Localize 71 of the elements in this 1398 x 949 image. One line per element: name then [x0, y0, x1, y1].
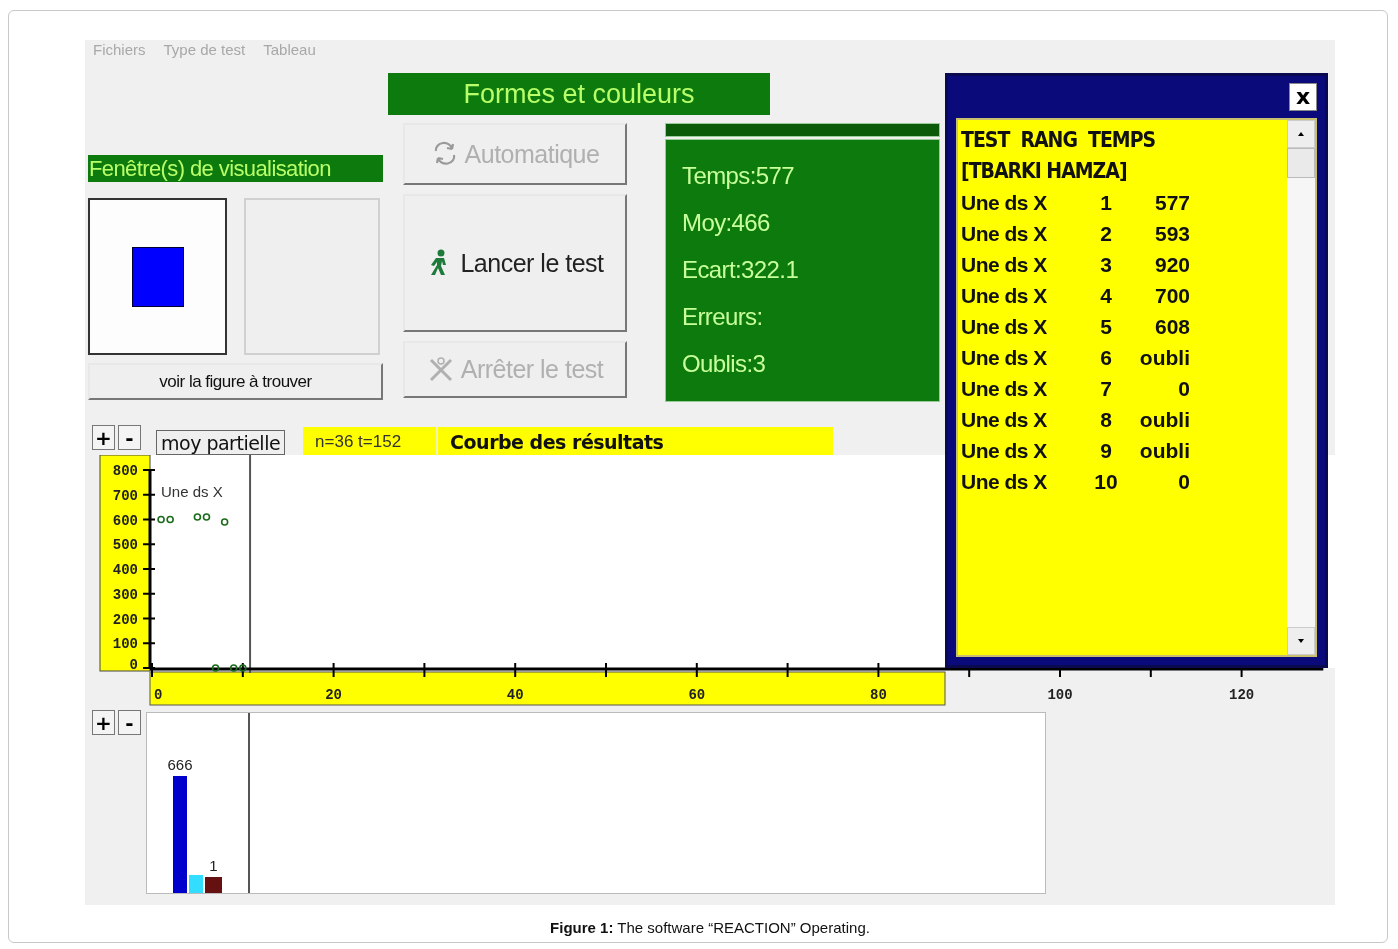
list-cell-text: 6 [1099, 345, 1113, 371]
axis-label: 700 [112, 487, 138, 504]
list-cell-text: 7 [1099, 376, 1113, 402]
zoom-out-button[interactable]: - [118, 710, 141, 735]
list-cell-text: 3 [1099, 252, 1113, 278]
zoom-in-button[interactable]: + [92, 710, 115, 735]
list-cell-text: 920 [1153, 252, 1190, 278]
list-cell-text: Une ds X [961, 376, 1048, 402]
list-cell-text: Une ds X [961, 438, 1048, 464]
list-cell-text: Une ds X [961, 252, 1048, 278]
list-cell-text: 0 [1177, 469, 1190, 495]
list-cell-text: 1 [1099, 190, 1113, 216]
list-cell-text: 10 [1093, 469, 1119, 495]
list-cell-text: 8 [1099, 407, 1113, 433]
list-cell-text: 608 [1153, 314, 1190, 340]
axis-label: 20 [325, 687, 342, 703]
list-cell-text: 2 [1099, 221, 1113, 247]
axis-label: 80 [870, 687, 887, 703]
axis-label: 800 [112, 463, 138, 479]
close-button[interactable]: x [1289, 83, 1317, 111]
axis-label: 300 [112, 586, 138, 603]
axis-label: 600 [112, 512, 138, 529]
axis-label: 60 [688, 687, 706, 703]
list-cell-text: oubli [1138, 438, 1190, 464]
list-header: TEST RANG TEMPS [961, 127, 1157, 154]
list-cell-text: Une ds X [961, 190, 1048, 216]
panel-label: Fenêtre(s) de visualisation [88, 155, 383, 182]
list-cell-text: 593 [1153, 221, 1190, 247]
list-cell-text: oubli [1138, 407, 1190, 433]
axis-label: 100 [1047, 687, 1073, 703]
axis-label: 400 [112, 562, 138, 578]
list-cell-text: 9 [1099, 438, 1113, 464]
scroll-thumb[interactable] [1287, 148, 1315, 178]
list-cell-text: Une ds X [961, 407, 1048, 433]
data-point [211, 664, 220, 672]
list-cell-text: Une ds X [961, 469, 1048, 495]
axis-label: 120 [1229, 687, 1255, 703]
list-cell-text: Une ds X [961, 283, 1048, 309]
axis-label: 0 [154, 687, 163, 703]
list-cell-text: 577 [1153, 190, 1190, 216]
stat-text: Temps:577 [682, 162, 795, 191]
zoom-in-button[interactable]: + [92, 425, 115, 450]
list-cell-text: Une ds X [961, 345, 1048, 371]
chart-title: Courbe des résultats [449, 431, 664, 453]
stat-text: Erreurs: [682, 303, 764, 332]
zoom-out-button[interactable]: - [118, 425, 141, 450]
list-cell-text: 5 [1099, 314, 1113, 340]
list-cell-text: oubli [1138, 345, 1190, 371]
list-cell-text: Une ds X [961, 314, 1048, 340]
test-button[interactable]: Lancer le test [403, 194, 627, 332]
subject-name: [TBARKI HAMZA] [961, 158, 1128, 185]
list-cell-text: 700 [1153, 283, 1190, 309]
bar-value: 1 [209, 857, 218, 874]
stat-text: Moy:466 [682, 209, 771, 238]
stat-text: Oublis:3 [682, 350, 767, 379]
find-figure-button[interactable]: voir la figure à trouver [88, 363, 383, 400]
bar-value: 666 [167, 756, 193, 773]
axis-label: 500 [112, 537, 138, 554]
legend-label: Une ds X [161, 483, 223, 500]
axis-label: 100 [112, 636, 138, 653]
partial-mean-button[interactable]: moy partielle [156, 430, 286, 455]
list-cell-text: 4 [1099, 283, 1113, 309]
axis-label: 200 [112, 611, 138, 628]
list-cell-text: Une ds X [961, 221, 1048, 247]
test-title: Formes et couleurs [388, 73, 770, 115]
list-cell-text: 0 [1177, 376, 1190, 402]
data-point [220, 518, 229, 526]
axis-label: 0 [129, 657, 138, 673]
axis-label: 40 [506, 687, 524, 703]
stat-text: Ecart:322.1 [682, 256, 800, 285]
figure-caption: Figure 1: The software “REACTION” Operating. [549, 919, 871, 936]
